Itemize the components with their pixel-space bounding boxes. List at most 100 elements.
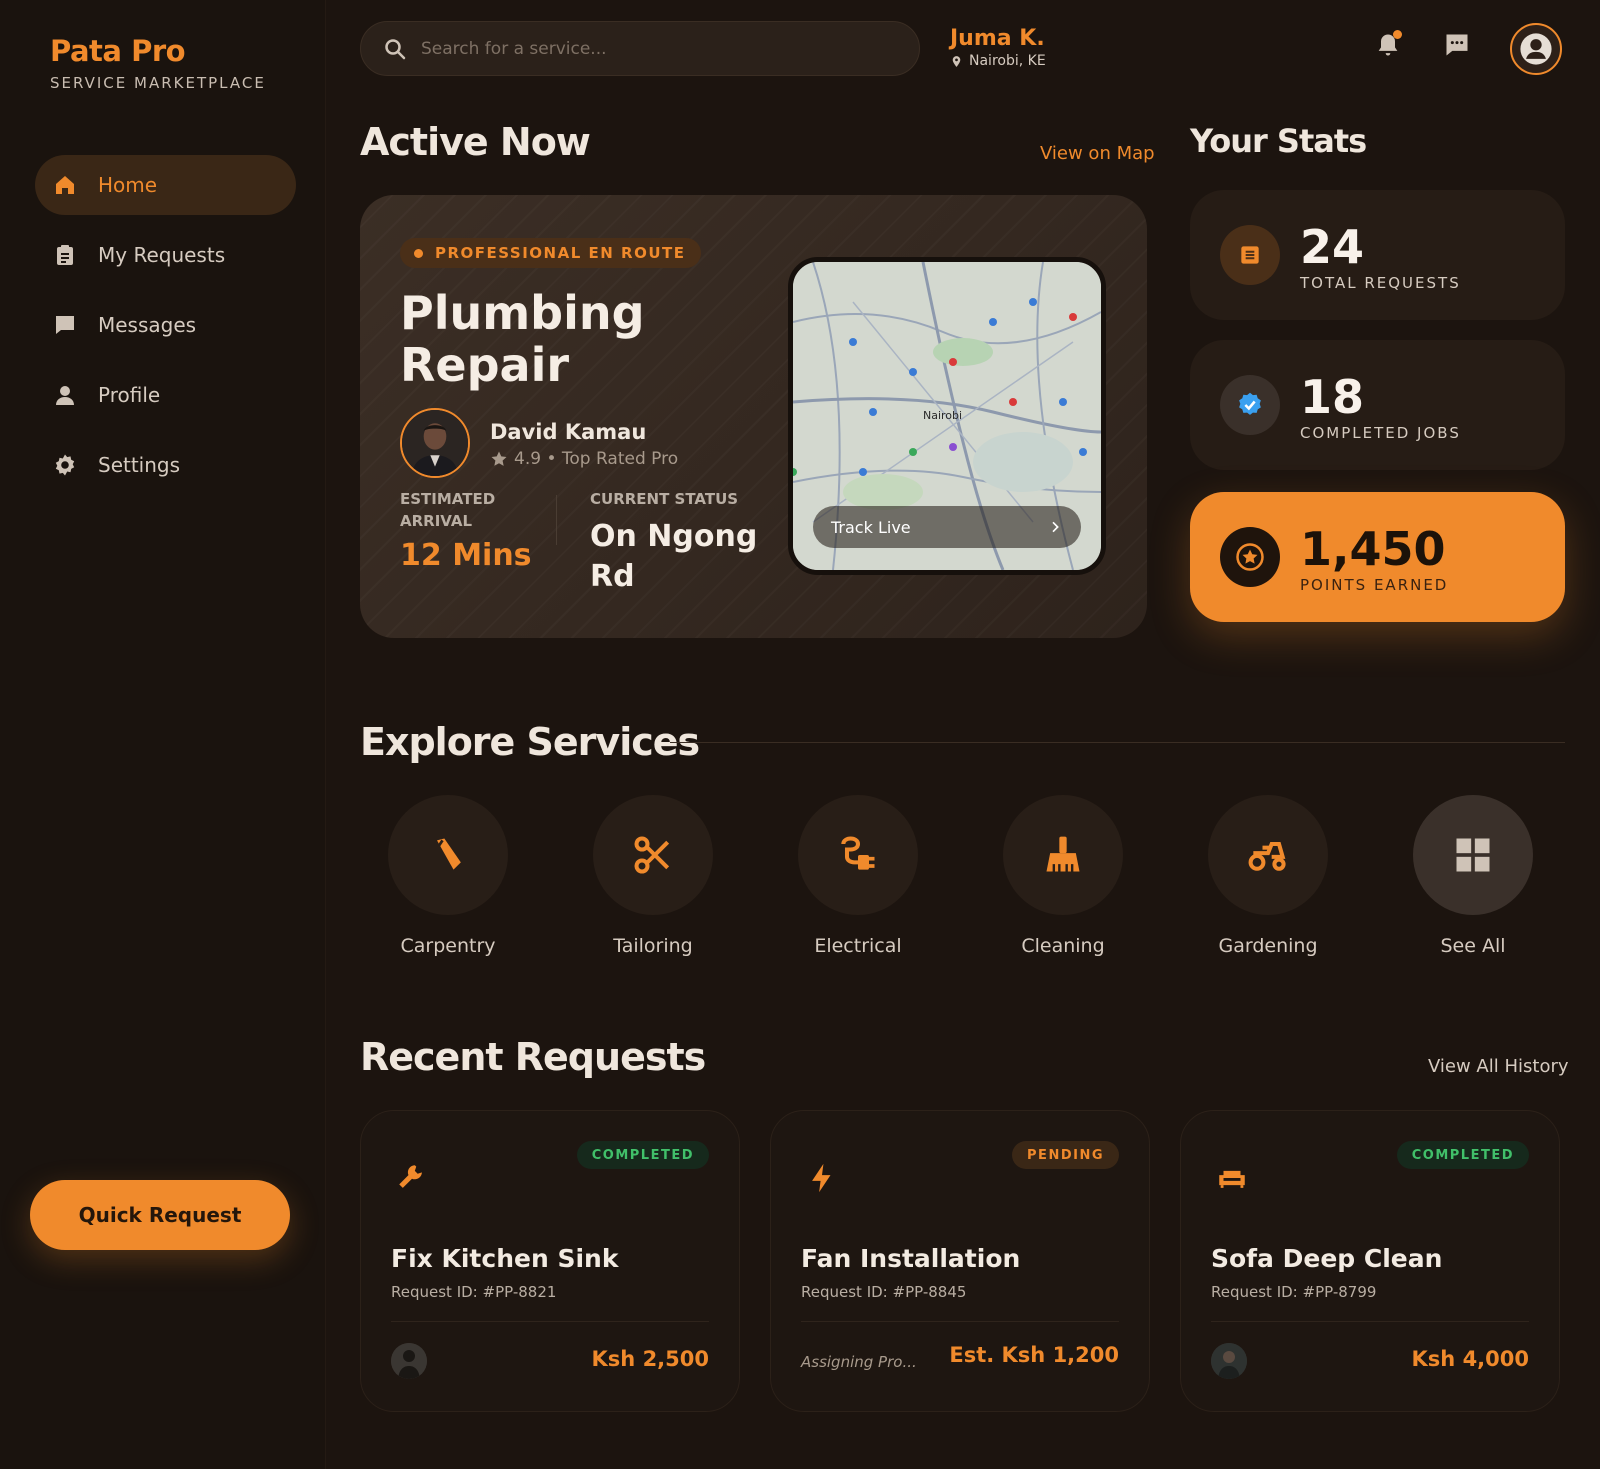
brand-name[interactable]: Pata Pro bbox=[50, 34, 266, 68]
chevron-right-icon bbox=[1052, 521, 1059, 533]
stat-value: 1,450 bbox=[1300, 522, 1446, 576]
service-cleaning[interactable]: Cleaning bbox=[978, 795, 1148, 957]
service-see-all[interactable]: See All bbox=[1388, 795, 1558, 957]
sidebar-item-label: Profile bbox=[98, 383, 161, 407]
sidebar-item-home[interactable]: Home bbox=[35, 155, 296, 215]
stat-completed-jobs[interactable]: 18 COMPLETED JOBS bbox=[1190, 340, 1565, 470]
professional-avatar[interactable] bbox=[400, 408, 470, 478]
status-badge: COMPLETED bbox=[576, 1141, 709, 1169]
service-gardening[interactable]: Gardening bbox=[1183, 795, 1353, 957]
notifications-button[interactable] bbox=[1371, 28, 1405, 62]
active-now-heading: Active Now bbox=[360, 120, 591, 164]
stat-label: COMPLETED JOBS bbox=[1300, 424, 1461, 442]
current-status-label: CURRENT STATUS bbox=[590, 490, 739, 508]
divider bbox=[1211, 1321, 1529, 1322]
request-card[interactable]: COMPLETED Fix Kitchen Sink Request ID: #… bbox=[360, 1110, 740, 1412]
clipboard-icon bbox=[52, 242, 78, 268]
service-label: Carpentry bbox=[400, 935, 496, 957]
service-tailoring[interactable]: Tailoring bbox=[568, 795, 738, 957]
active-request-card[interactable]: PROFESSIONAL EN ROUTE Plumbing Repair Da… bbox=[360, 195, 1147, 638]
map-city-label: Nairobi bbox=[923, 409, 962, 422]
sidebar-item-label: My Requests bbox=[98, 243, 226, 267]
sidebar: Pata Pro SERVICE MARKETPLACE Home My Req… bbox=[0, 0, 326, 1469]
scissors-icon bbox=[593, 795, 713, 915]
status-badge: PROFESSIONAL EN ROUTE bbox=[400, 238, 702, 268]
divider bbox=[556, 495, 557, 545]
request-id: Request ID: #PP-8799 bbox=[1211, 1283, 1377, 1301]
quick-request-button[interactable]: Quick Request bbox=[30, 1180, 290, 1250]
tractor-icon bbox=[1208, 795, 1328, 915]
wrench-icon bbox=[399, 1165, 422, 1188]
search-bar[interactable] bbox=[360, 21, 920, 76]
request-card[interactable]: PENDING Fan Installation Request ID: #PP… bbox=[770, 1110, 1150, 1412]
chat-icon bbox=[52, 312, 78, 338]
divider bbox=[391, 1321, 709, 1322]
professional-photo bbox=[402, 410, 468, 476]
location-pin-icon bbox=[952, 55, 961, 67]
user-info[interactable]: Juma K. Nairobi, KE bbox=[950, 26, 1046, 69]
avatar[interactable] bbox=[1510, 23, 1562, 75]
request-title: Fix Kitchen Sink bbox=[391, 1244, 619, 1273]
brand-subtitle: SERVICE MARKETPLACE bbox=[50, 74, 266, 92]
stat-total-requests[interactable]: 24 TOTAL REQUESTS bbox=[1190, 190, 1565, 320]
plug-icon bbox=[798, 795, 918, 915]
service-label: Gardening bbox=[1218, 935, 1318, 957]
request-title: Fan Installation bbox=[801, 1244, 1021, 1273]
eta-value: 12 Mins bbox=[400, 538, 532, 573]
service-label: See All bbox=[1440, 935, 1506, 957]
user-location: Nairobi, KE bbox=[950, 53, 1046, 69]
request-price: Ksh 2,500 bbox=[591, 1347, 709, 1371]
status-dot bbox=[414, 248, 423, 258]
sidebar-item-settings[interactable]: Settings bbox=[35, 435, 296, 495]
user-name: Juma K. bbox=[950, 26, 1045, 51]
view-on-map-link[interactable]: View on Map bbox=[1040, 143, 1155, 164]
request-title: Sofa Deep Clean bbox=[1211, 1244, 1443, 1273]
notification-dot bbox=[1393, 30, 1402, 39]
stat-value: 24 bbox=[1300, 220, 1365, 274]
divider bbox=[801, 1321, 1119, 1322]
explore-services-heading: Explore Services bbox=[360, 720, 700, 764]
request-price: Ksh 4,000 bbox=[1411, 1347, 1529, 1371]
service-label: Tailoring bbox=[613, 935, 693, 957]
user-location-text: Nairobi, KE bbox=[969, 53, 1046, 69]
view-all-history-link[interactable]: View All History bbox=[1428, 1056, 1569, 1077]
brand: Pata Pro SERVICE MARKETPLACE bbox=[50, 34, 266, 92]
avatar bbox=[1211, 1343, 1247, 1379]
search-icon bbox=[385, 38, 406, 59]
gear-icon bbox=[52, 452, 78, 478]
bolt-icon bbox=[812, 1163, 831, 1193]
track-live-button[interactable]: Track Live bbox=[813, 506, 1081, 548]
divider bbox=[670, 742, 1565, 743]
request-id: Request ID: #PP-8845 bbox=[801, 1283, 967, 1301]
verified-badge-icon bbox=[1220, 375, 1280, 435]
broom-icon bbox=[1003, 795, 1123, 915]
messages-button[interactable] bbox=[1440, 28, 1474, 62]
sidebar-item-my-requests[interactable]: My Requests bbox=[35, 225, 296, 285]
sofa-icon bbox=[1219, 1170, 1245, 1188]
grid-icon bbox=[1413, 795, 1533, 915]
assigning-text: Assigning Pro... bbox=[801, 1353, 917, 1371]
stat-points-earned[interactable]: 1,450 POINTS EARNED bbox=[1190, 492, 1565, 622]
service-carpentry[interactable]: Carpentry bbox=[363, 795, 533, 957]
request-card[interactable]: COMPLETED Sofa Deep Clean Request ID: #P… bbox=[1180, 1110, 1560, 1412]
sidebar-item-label: Messages bbox=[98, 313, 197, 337]
service-label: Electrical bbox=[814, 935, 902, 957]
active-service-title: Plumbing Repair bbox=[400, 286, 645, 392]
sidebar-nav: Home My Requests Messages Profile Settin… bbox=[35, 155, 296, 505]
request-id: Request ID: #PP-8821 bbox=[391, 1283, 557, 1301]
track-live-label: Track Live bbox=[831, 517, 911, 537]
sidebar-item-label: Home bbox=[98, 173, 158, 197]
user-avatar-icon bbox=[1520, 33, 1552, 65]
live-map[interactable]: Nairobi Track Live bbox=[788, 257, 1106, 575]
star-icon bbox=[491, 451, 507, 466]
home-icon bbox=[52, 172, 78, 198]
star-coin-icon bbox=[1220, 527, 1280, 587]
search-input[interactable] bbox=[421, 38, 881, 59]
service-electrical[interactable]: Electrical bbox=[773, 795, 943, 957]
stat-label: TOTAL REQUESTS bbox=[1300, 274, 1461, 292]
sidebar-item-profile[interactable]: Profile bbox=[35, 365, 296, 425]
sidebar-item-label: Settings bbox=[98, 453, 181, 477]
sidebar-item-messages[interactable]: Messages bbox=[35, 295, 296, 355]
person-icon bbox=[52, 382, 78, 408]
avatar bbox=[391, 1343, 427, 1379]
